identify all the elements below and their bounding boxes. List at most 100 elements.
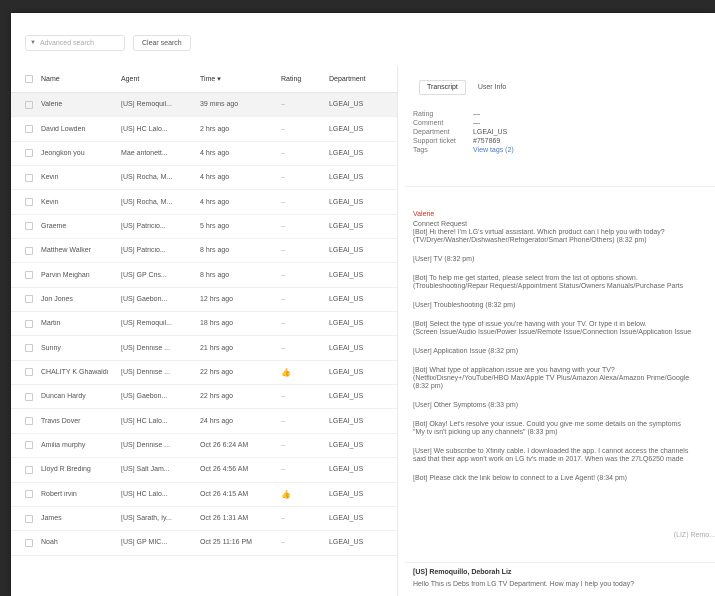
row-checkbox[interactable] (25, 149, 33, 158)
cell-time: 4 hrs ago (200, 174, 230, 182)
clear-search-button[interactable]: Clear search (133, 35, 191, 51)
table-row[interactable]: Matthew Walker [US] Patricio... 8 hrs ago –… (11, 239, 397, 264)
table-row[interactable]: Parvin Meighan [US] GP Cris... 8 hrs ago – L… (11, 263, 397, 288)
row-checkbox[interactable] (25, 271, 33, 280)
info-key: Rating (413, 111, 434, 118)
cell-agent: [US] Rocha, M... (121, 198, 173, 206)
transcript-line: "My tv isn't picking up any channels" (8… (413, 429, 558, 436)
cell-time: 12 hrs ago (200, 295, 234, 303)
app-window: ▼ Advanced search Clear search Name Agen… (11, 13, 715, 596)
transcript-line: [User] Other Symptoms (8:33 pm) (413, 402, 519, 409)
col-department[interactable]: Department (329, 76, 389, 83)
cell-agent: [US] Gaebon... (121, 295, 168, 303)
col-agent[interactable]: Agent (121, 76, 183, 83)
info-value[interactable]: View tags (2) (473, 146, 514, 155)
info-key: Tags (413, 147, 428, 154)
row-checkbox[interactable] (25, 125, 33, 134)
row-checkbox[interactable] (25, 222, 33, 231)
cell-rating: – (281, 466, 285, 474)
table-row[interactable]: Sunny [US] Dennise ... 21 hrs ago – LGEAI_US (11, 336, 397, 361)
tab-user-info[interactable]: User Info (470, 80, 514, 95)
row-checkbox[interactable] (25, 465, 33, 474)
thumbs-up-icon: 👍 (281, 367, 291, 377)
table-row[interactable]: Duncan Hardy [US] Gaebon... 22 hrs ago – LGE… (11, 385, 397, 410)
cell-department: LGEAI_US (329, 466, 364, 474)
agent-message-block: [US] Remoquillo, Deborah Liz Hello This … (405, 562, 715, 588)
table-row[interactable]: Amilia murphy [US] Dennise ... Oct 26 6:24… (11, 434, 397, 459)
cell-time: 22 hrs ago (200, 393, 234, 401)
cell-time: Oct 26 1:31 AM (200, 515, 249, 523)
row-checkbox[interactable] (25, 246, 33, 255)
chevron-down-icon[interactable]: ▼ (30, 40, 36, 46)
row-checkbox[interactable] (25, 173, 33, 182)
cell-name: Jeongkon you (41, 149, 85, 157)
table-row[interactable]: Kevin [US] Rocha, M... 4 hrs ago – LGEAI_US (11, 190, 397, 215)
cell-department: LGEAI_US (329, 247, 364, 255)
cell-department: LGEAI_US (329, 368, 364, 376)
select-all-checkbox[interactable] (25, 75, 33, 83)
cell-rating: – (281, 320, 285, 328)
table-row[interactable]: Jeongkon you Mae antonett... 4 hrs ago – LGE… (11, 142, 397, 167)
transcript-line: (Screen Issue/Audio Issue/Power Issue/Re… (413, 329, 692, 336)
cell-rating: – (281, 344, 285, 352)
transcript-line: [User] Application Issue (8:32 pm) (413, 348, 519, 355)
transcript-line: [User] Troubleshooting (8:32 pm) (413, 302, 516, 309)
transcript-line: (8:32 pm) (413, 383, 443, 390)
transcript-line: [User] TV (8:32 pm) (413, 256, 475, 263)
row-checkbox[interactable] (25, 344, 33, 353)
cell-rating: – (281, 198, 285, 206)
cell-time: 5 hrs ago (200, 222, 230, 230)
cell-department: LGEAI_US (329, 222, 364, 230)
table-row[interactable]: CHALITY K Ghawaldi [US] Dennise ... 22 hrs… (11, 361, 397, 386)
transcript-line: [Bot] Okay! Let's resolve your issue. Co… (413, 421, 681, 428)
cell-agent: [US] Dennise ... (121, 344, 171, 352)
advanced-search-input[interactable]: ▼ Advanced search (25, 35, 125, 51)
table-row[interactable]: Graeme [US] Patricio... 5 hrs ago – LGEAI_US (11, 215, 397, 240)
table-row[interactable]: James [US] Sarath, Iy... Oct 26 1:31 AM – LG… (11, 507, 397, 532)
row-checkbox[interactable] (25, 198, 33, 207)
cell-department: LGEAI_US (329, 101, 364, 109)
info-row: Tags View tags (2) (413, 146, 514, 155)
agent-join-note: (LIZ) Remo... (673, 532, 715, 539)
col-name[interactable]: Name (41, 76, 121, 83)
table-body: Valerie [US] Remoquil... 39 mins ago – LGEAI… (11, 93, 397, 556)
table-row[interactable]: Lloyd R Breding [US] Salt Jam... Oct 26 4:… (11, 458, 397, 483)
row-checkbox[interactable] (25, 538, 33, 547)
table-row[interactable]: David Lowden [US] HC Lalo... 2 hrs ago – LGE… (11, 117, 397, 142)
cell-department: LGEAI_US (329, 393, 364, 401)
cell-time: Oct 26 6:24 AM (200, 441, 249, 449)
cell-agent: [US] HC Lalo... (121, 490, 168, 498)
row-checkbox[interactable] (25, 490, 33, 499)
transcript-line: (Troubleshooting/Repair Request/Appointm… (413, 283, 684, 290)
row-checkbox[interactable] (25, 514, 33, 523)
row-checkbox[interactable] (25, 295, 33, 304)
cell-agent: [US] Patricio... (121, 247, 166, 255)
table-row[interactable]: Noah [US] GP MIC... Oct 25 11:16 PM – LGEAI_… (11, 531, 397, 556)
cell-agent: [US] Patricio... (121, 222, 166, 230)
table-row[interactable]: Martin [US] Remoquil... 18 hrs ago – LGEAI_U… (11, 312, 397, 337)
row-checkbox[interactable] (25, 392, 33, 401)
cell-agent: [US] Salt Jam... (121, 466, 170, 474)
cell-time: 18 hrs ago (200, 320, 234, 328)
row-checkbox[interactable] (25, 441, 33, 450)
cell-agent: [US] Remoquil... (121, 101, 172, 109)
table-row[interactable]: Kevin [US] Rocha, M... 4 hrs ago – LGEAI_US (11, 166, 397, 191)
cell-agent: [US] HC Lalo... (121, 417, 168, 425)
row-checkbox[interactable] (25, 319, 33, 328)
table-row[interactable]: Travis Dover [US] HC Lalo... 24 hrs ago – LG… (11, 409, 397, 434)
table-row[interactable]: Valerie [US] Remoquil... 39 mins ago – LGEAI… (11, 93, 397, 118)
col-time[interactable]: Time ▾ (200, 75, 262, 83)
toolbar: ▼ Advanced search Clear search (25, 34, 191, 52)
table-row[interactable]: Jon Jones [US] Gaebon... 12 hrs ago – LGEAI_… (11, 288, 397, 313)
row-checkbox[interactable] (25, 417, 33, 426)
tab-transcript[interactable]: Transcript (419, 80, 466, 95)
row-checkbox[interactable] (25, 100, 33, 109)
transcript-line: (Netflix/Disney+/YouTube/HBO Max/Apple T… (413, 375, 690, 382)
transcript-line: [Bot] To help me get started, please sel… (413, 275, 638, 282)
detail-tabs: Transcript User Info (419, 80, 514, 95)
cell-name: Amilia murphy (41, 441, 86, 449)
col-rating[interactable]: Rating (281, 76, 321, 83)
row-checkbox[interactable] (25, 368, 33, 377)
table-row[interactable]: Robert irvin [US] HC Lalo... Oct 26 4:15 A… (11, 483, 397, 507)
table-header: Name Agent Time ▾ Rating Department (11, 66, 397, 93)
